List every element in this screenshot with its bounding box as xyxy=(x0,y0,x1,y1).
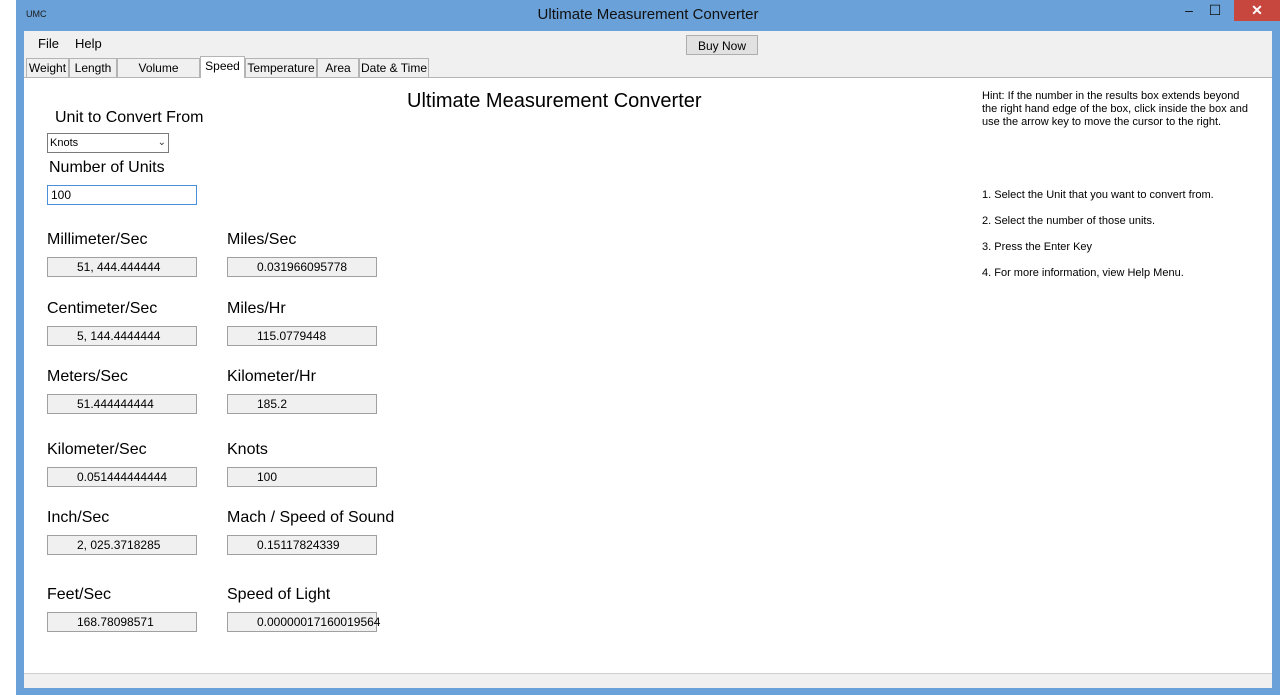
instruction-step: 3. Press the Enter Key xyxy=(982,241,1093,253)
tab-date-time[interactable]: Date & Time xyxy=(359,58,429,77)
instruction-step: 4. For more information, view Help Menu. xyxy=(982,267,1184,279)
menu-file[interactable]: File xyxy=(38,36,59,51)
page-title: Ultimate Measurement Converter xyxy=(407,90,702,112)
maximize-button[interactable]: ☐ xyxy=(1202,0,1228,21)
result-value[interactable]: 0.15117824339 xyxy=(227,535,377,555)
result-value[interactable]: 0.00000017160019564 xyxy=(227,612,380,632)
number-of-units-label: Number of Units xyxy=(49,159,165,176)
result-value[interactable]: 100 xyxy=(227,467,377,487)
tab-weight[interactable]: Weight xyxy=(26,58,69,77)
result-label: Speed of Light xyxy=(227,586,331,603)
result-label: Inch/Sec xyxy=(47,509,110,526)
result-value[interactable]: 185.2 xyxy=(227,394,377,414)
instruction-step: 2. Select the number of those units. xyxy=(982,215,1156,227)
result-value[interactable]: 2, 025.3718285 xyxy=(47,535,197,555)
unit-from-label: Unit to Convert From xyxy=(55,109,204,126)
result-value[interactable]: 0.051444444444 xyxy=(47,467,197,487)
result-value[interactable]: 5, 144.4444444 xyxy=(47,326,197,346)
tab-length[interactable]: Length xyxy=(69,58,117,77)
result-value[interactable]: 51, 444.444444 xyxy=(47,257,197,277)
title-bar[interactable]: UMC Ultimate Measurement Converter – ☐ ✕ xyxy=(16,0,1280,31)
result-label: Knots xyxy=(227,441,268,458)
tab-speed[interactable]: Speed xyxy=(200,56,245,78)
result-label: Millimeter/Sec xyxy=(47,231,148,248)
result-label: Feet/Sec xyxy=(47,586,112,603)
buy-now-button[interactable]: Buy Now xyxy=(686,35,758,55)
unit-from-select[interactable]: Knots ⌄ xyxy=(47,133,169,153)
speed-panel: Ultimate Measurement Converter Unit to C… xyxy=(24,77,1272,673)
menu-help[interactable]: Help xyxy=(75,36,102,51)
number-of-units-input[interactable]: 100 xyxy=(47,185,197,205)
result-label: Kilometer/Sec xyxy=(47,441,147,458)
minimize-button[interactable]: – xyxy=(1176,0,1202,21)
hint-text: Hint: If the number in the results box e… xyxy=(982,90,1249,128)
tab-volume-liquid[interactable]: Volume (Liquid) xyxy=(117,58,200,93)
result-label: Miles/Sec xyxy=(227,231,297,248)
instruction-step: 1. Select the Unit that you want to conv… xyxy=(982,189,1214,201)
close-button[interactable]: ✕ xyxy=(1234,0,1280,21)
result-value[interactable]: 115.0779448 xyxy=(227,326,377,346)
chevron-down-icon: ⌄ xyxy=(157,137,166,148)
tab-area[interactable]: Area xyxy=(317,58,359,77)
menu-bar: File Help Buy Now xyxy=(24,31,1272,55)
app-window: UMC Ultimate Measurement Converter – ☐ ✕… xyxy=(16,0,1280,695)
result-label: Meters/Sec xyxy=(47,368,128,385)
status-bar xyxy=(24,673,1272,688)
result-label: Centimeter/Sec xyxy=(47,300,158,317)
result-value[interactable]: 0.031966095778 xyxy=(227,257,377,277)
result-label: Miles/Hr xyxy=(227,300,286,317)
window-title: Ultimate Measurement Converter xyxy=(537,6,759,23)
tab-temperature[interactable]: Temperature xyxy=(245,58,317,77)
result-label: Mach / Speed of Sound xyxy=(227,509,395,526)
client-area: File Help Buy Now Weight Length Volume (… xyxy=(24,31,1272,688)
result-label: Kilometer/Hr xyxy=(227,368,316,385)
unit-from-value: Knots xyxy=(50,137,79,149)
result-value[interactable]: 51.444444444 xyxy=(47,394,197,414)
result-value[interactable]: 168.78098571 xyxy=(47,612,197,632)
